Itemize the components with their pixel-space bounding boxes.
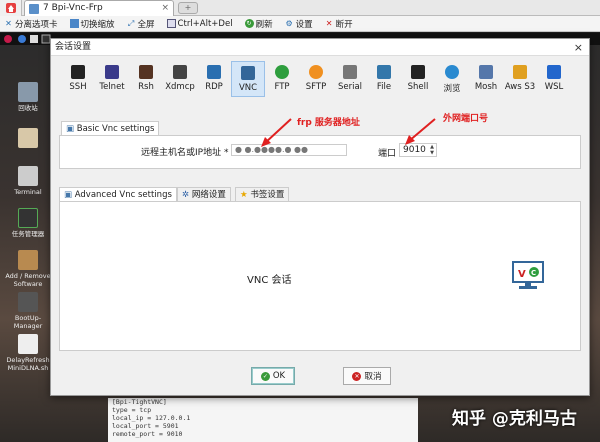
- toolbar-label: Ctrl+Alt+Del: [177, 18, 233, 29]
- svg-text:C: C: [531, 269, 536, 277]
- trash-icon: [18, 82, 38, 102]
- button-label: 取消: [364, 372, 382, 382]
- refresh-icon: ↻: [244, 19, 254, 28]
- tab-title: 7 Bpi-Vnc-Frp: [43, 3, 103, 13]
- desktop-icon-label: 任务管理器: [11, 230, 45, 238]
- check-icon: ✓: [260, 371, 270, 381]
- annotation-frp-server: frp 服务器地址: [297, 118, 360, 128]
- terminal-window: [Bpi-TightVNC] type = tcp local_ip = 127…: [108, 398, 418, 442]
- fullscreen-icon: ⤢: [127, 19, 135, 28]
- toolbar-label: 切换缩放: [80, 19, 115, 30]
- task-manager-icon: [18, 208, 38, 228]
- annotation-port: 外网端口号: [443, 114, 489, 124]
- disconnect-button[interactable]: ✕ 断开: [325, 18, 353, 30]
- desktop-icon-label: 回收站: [18, 104, 38, 112]
- toolbar-label: 设置: [295, 19, 313, 30]
- settings-button[interactable]: ⚙ 设置: [285, 18, 313, 30]
- detach-tab-button[interactable]: ✕ 分离选项卡: [4, 18, 58, 30]
- settings-tab-icon: ▣: [64, 190, 73, 200]
- desktop-icon-add-remove[interactable]: Add / Remove Software: [4, 250, 52, 288]
- terminal-line: remote_port = 9010: [112, 430, 183, 438]
- annotation-arrows: [261, 118, 436, 147]
- tab-label: 网络设置: [191, 190, 226, 200]
- terminal-line: local_port = 5901: [112, 422, 179, 430]
- watermark: 知乎 @克利马古: [452, 409, 577, 429]
- package-icon: [18, 250, 38, 270]
- session-settings-dialog: 会话设置 × SSH Telnet Rsh Xdmcp RDP VNC FTP …: [50, 38, 590, 396]
- desktop-icon-trash[interactable]: 回收站: [4, 82, 52, 112]
- toolbar-label: 刷新: [255, 19, 273, 30]
- desktop-icon-label: Terminal: [14, 188, 42, 196]
- toolbar-label: 分离选项卡: [15, 19, 58, 30]
- vnc-session-icon: V C: [512, 261, 544, 289]
- keyboard-icon: [166, 19, 176, 28]
- tab-bookmark-settings[interactable]: ★ 书签设置: [235, 187, 290, 201]
- settings-icon: ⚙: [285, 19, 293, 28]
- desktop-icon-label: BootUp-Manager: [13, 314, 43, 330]
- folder-icon: [18, 128, 38, 148]
- star-icon: ★: [240, 190, 248, 200]
- tab-label: Advanced Vnc settings: [74, 190, 172, 200]
- toolbar-label: 全屏: [137, 19, 155, 30]
- desktop-icon-label: DelayRefreshMiniDLNA.sh: [6, 356, 50, 372]
- tab-network-settings[interactable]: ✲ 网络设置: [177, 187, 231, 201]
- bootup-icon: [18, 292, 38, 312]
- advanced-settings-panel: [59, 201, 581, 351]
- detach-tab-icon: ✕: [5, 19, 12, 28]
- refresh-button[interactable]: ↻ 刷新: [244, 18, 273, 30]
- button-label: OK: [272, 371, 286, 381]
- cancel-icon: ✕: [352, 371, 362, 381]
- toolbar-label: 断开: [335, 19, 353, 30]
- home-icon: [6, 3, 16, 13]
- tab-close-icon[interactable]: ×: [161, 1, 169, 16]
- tab-label: 书签设置: [250, 190, 285, 200]
- script-gear-icon: [18, 334, 38, 354]
- desktop-icon-folder[interactable]: [4, 128, 52, 150]
- fullscreen-button[interactable]: ⤢ 全屏: [127, 18, 155, 30]
- desktop-icon-terminal[interactable]: Terminal: [4, 166, 52, 196]
- new-tab-button[interactable]: +: [178, 2, 198, 14]
- home-tab[interactable]: [0, 0, 22, 16]
- tab-bpi-vnc-frp[interactable]: 7 Bpi-Vnc-Frp ×: [24, 0, 174, 16]
- zoom-toggle-button[interactable]: 切换缩放: [69, 18, 115, 30]
- desktop-icon-bootup[interactable]: BootUp-Manager: [4, 292, 52, 330]
- terminal-line: type = tcp: [112, 406, 152, 414]
- zoom-toggle-icon: [69, 19, 79, 28]
- cancel-button[interactable]: ✕ 取消: [343, 367, 391, 385]
- vnc-tab-icon: [29, 4, 39, 14]
- ctrl-alt-del-button[interactable]: Ctrl+Alt+Del: [166, 18, 233, 29]
- desktop-icon-script[interactable]: DelayRefreshMiniDLNA.sh: [4, 334, 52, 372]
- terminal-line: [Bpi-TightVNC]: [112, 398, 167, 406]
- terminal-app-icon: [18, 166, 38, 186]
- session-toolbar: ✕ 分离选项卡 切换缩放 ⤢ 全屏 Ctrl+Alt+Del ↻ 刷新 ⚙ 设置…: [0, 16, 600, 32]
- tab-advanced-vnc-settings[interactable]: ▣ Advanced Vnc settings: [59, 187, 177, 201]
- disconnect-icon: ✕: [325, 19, 333, 28]
- desktop-icon-task-manager[interactable]: 任务管理器: [4, 208, 52, 238]
- ok-button[interactable]: ✓ OK: [251, 367, 295, 385]
- terminal-line: local_ip = 127.0.0.1: [112, 414, 191, 422]
- network-icon: ✲: [182, 190, 190, 200]
- tab-bar: 7 Bpi-Vnc-Frp × +: [0, 0, 600, 16]
- svg-text:V: V: [518, 269, 526, 280]
- desktop-icon-label: Add / Remove Software: [5, 272, 51, 288]
- session-type-label: VNC 会话: [247, 275, 292, 286]
